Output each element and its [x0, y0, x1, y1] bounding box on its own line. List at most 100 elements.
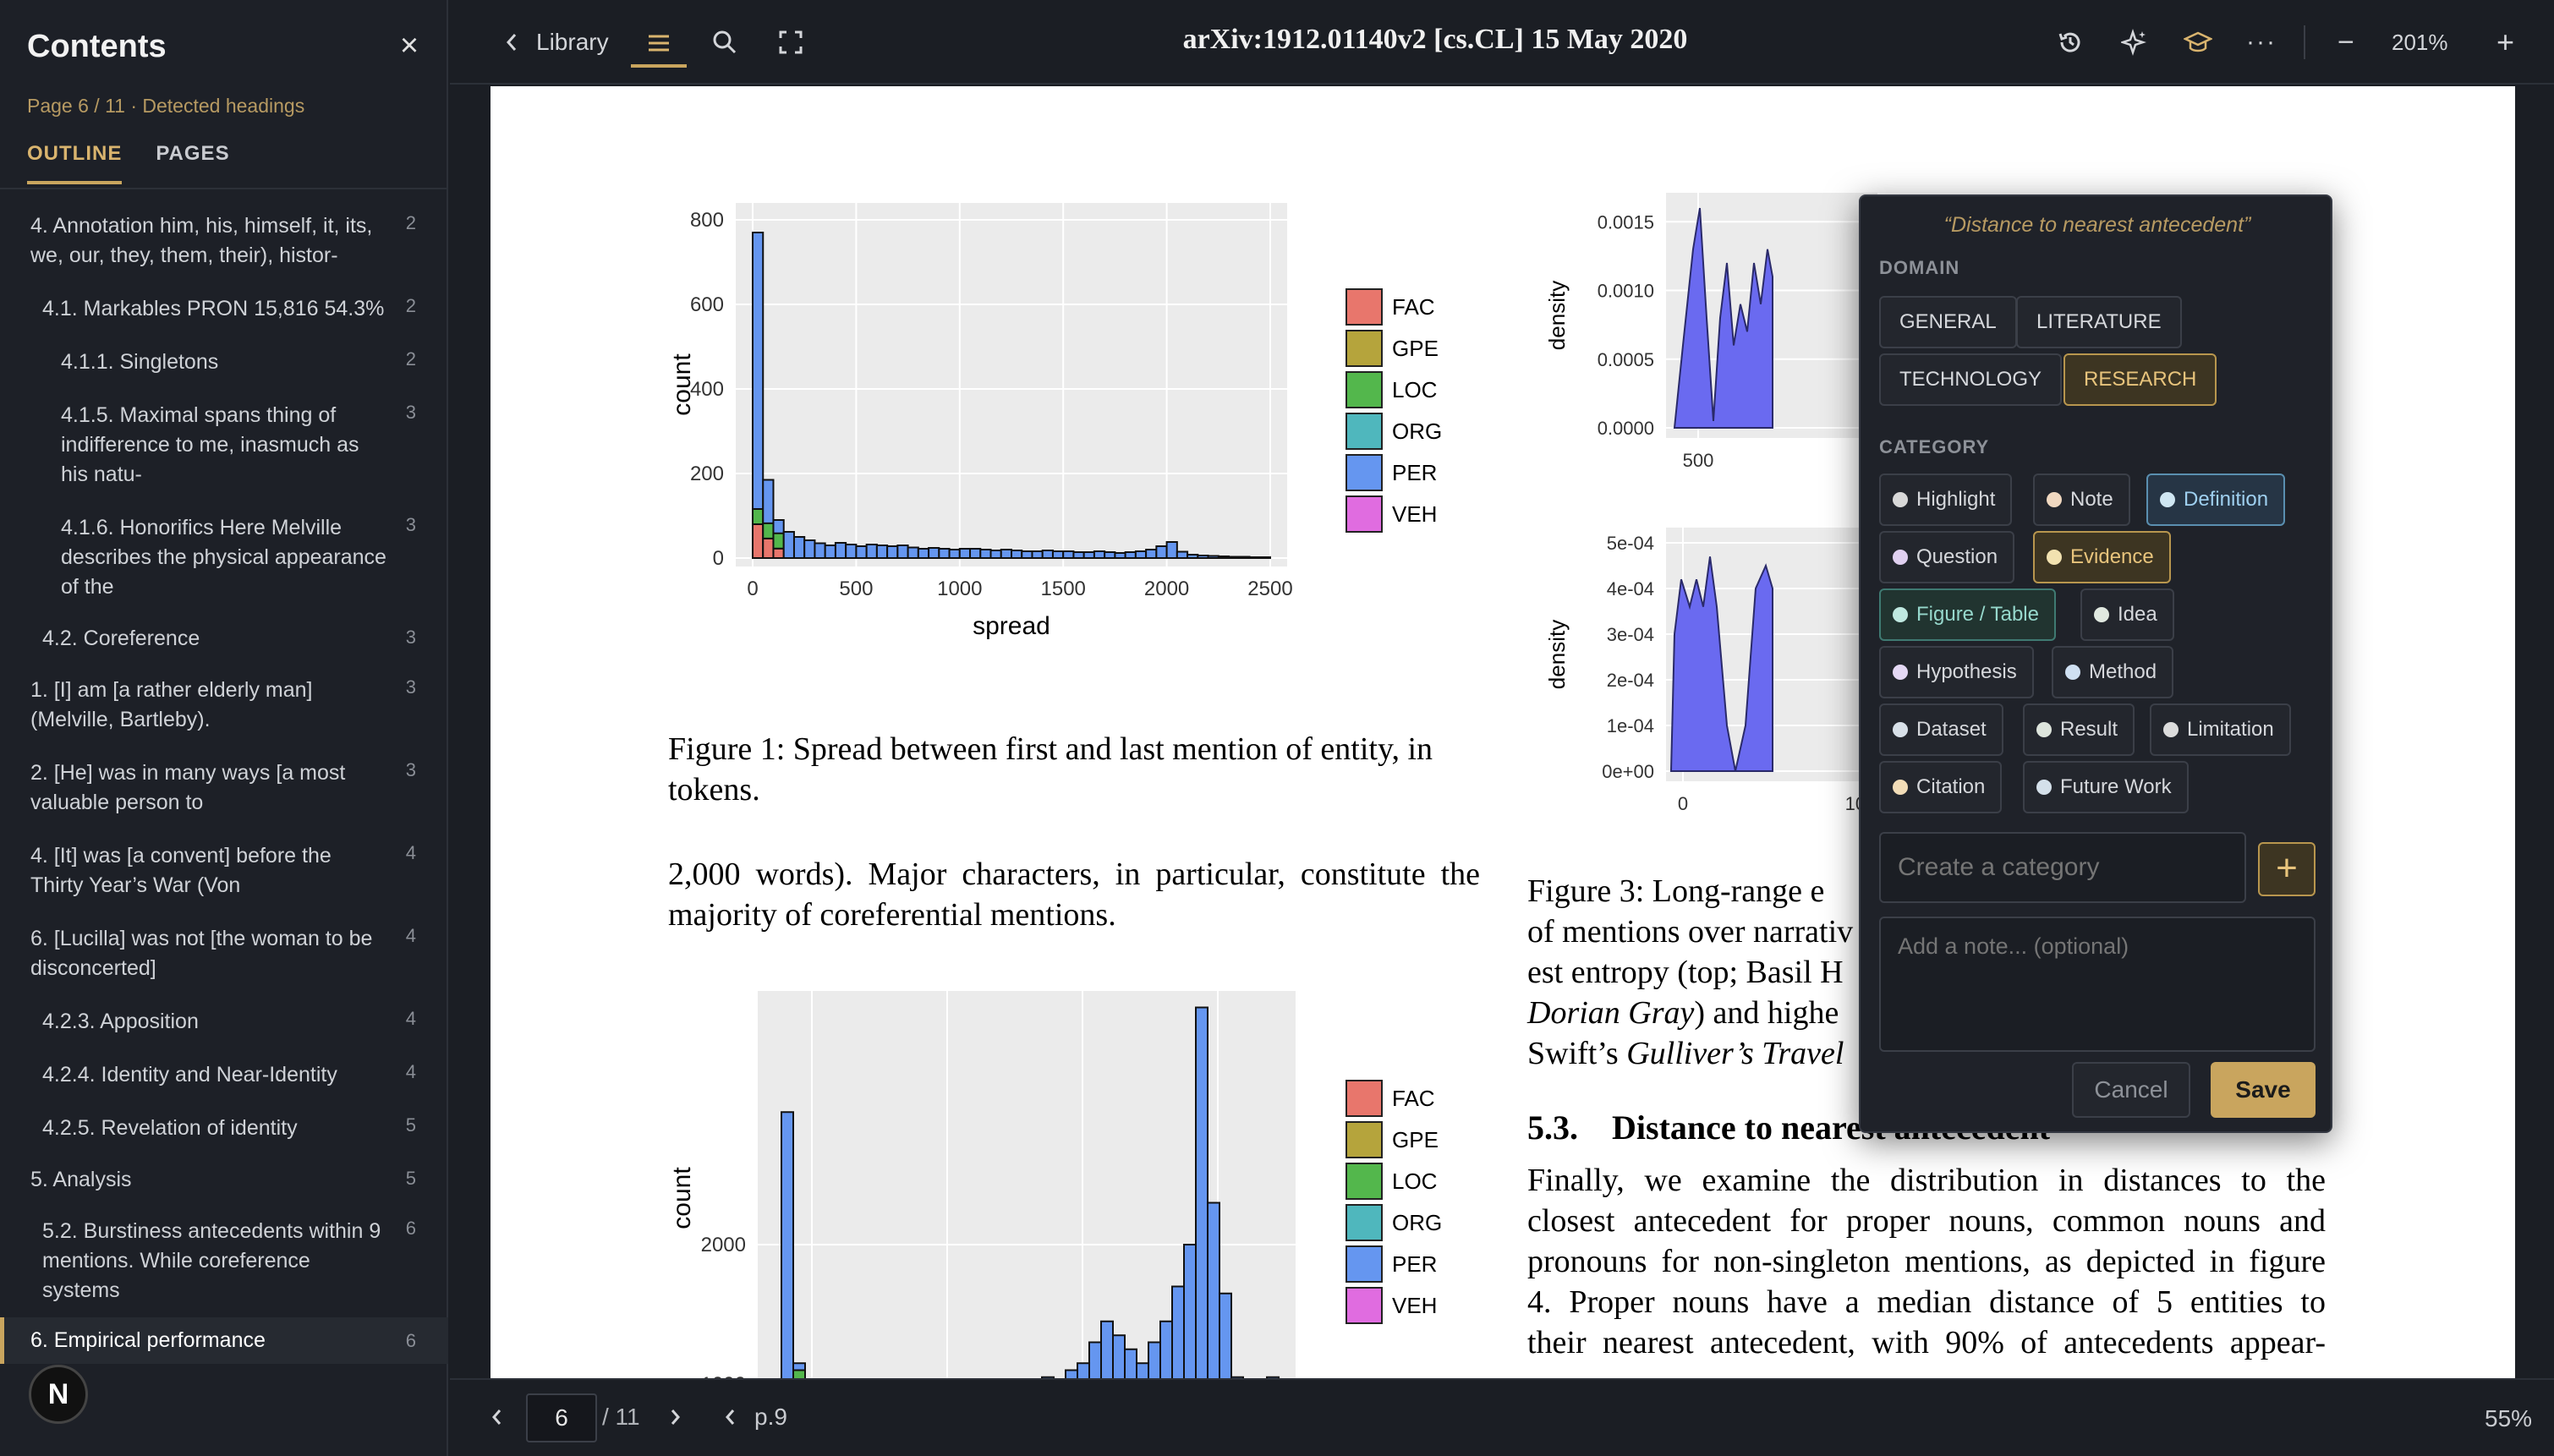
bottom-toolbar: / 11 p.9 55%: [450, 1378, 2554, 1456]
category-dot-icon: [2065, 665, 2080, 680]
paragraph-line: pronouns for non-singleton mentions, as …: [1527, 1244, 2326, 1279]
legend-label: ORG: [1392, 419, 1442, 444]
back-location-button[interactable]: [721, 1405, 741, 1433]
x-tick-label: 2000: [1144, 577, 1189, 600]
outline-item[interactable]: 5.2. Burstiness antecedents within 9 men…: [0, 1205, 448, 1317]
outline-item[interactable]: 4.2.4. Identity and Near-Identity 4: [0, 1048, 448, 1102]
outline-item[interactable]: 6. Empirical performance 6: [0, 1317, 448, 1364]
outline-item[interactable]: 4.1.1. Singletons 2: [0, 336, 448, 389]
histogram-bar: [834, 542, 847, 559]
histogram-bar: [1051, 550, 1065, 559]
outline-item[interactable]: 4.2.3. Apposition 4: [0, 995, 448, 1048]
outline-item[interactable]: 4.2. Coreference 3: [0, 614, 448, 664]
histogram-bar: [875, 545, 889, 559]
outline-item[interactable]: 1. [I] am [a rather elderly man] (Melvil…: [0, 664, 448, 747]
zoom-in-button[interactable]: +: [2496, 22, 2514, 63]
category-chip-label: Evidence: [2070, 545, 2154, 568]
outline-item[interactable]: 5. Analysis 5: [0, 1155, 448, 1205]
cancel-button[interactable]: Cancel: [2072, 1062, 2190, 1118]
category-chip[interactable]: Method: [2052, 646, 2174, 698]
outline-item[interactable]: 6. [Lucilla] was not [the woman to be di…: [0, 912, 448, 995]
category-chip[interactable]: Limitation: [2150, 703, 2291, 756]
figure3-caption: Figure 3: Long-range e of mentions over …: [1527, 871, 1853, 1074]
paragraph-line: their nearest antecedent, with 90% of an…: [1527, 1325, 2326, 1360]
category-chip-label: Highlight: [1916, 488, 1996, 511]
histogram-bar-segment: [772, 532, 785, 550]
outline-item-label: 4.2. Coreference: [42, 627, 200, 650]
history-button[interactable]: [2057, 22, 2084, 63]
category-chip[interactable]: Hypothesis: [1879, 646, 2034, 698]
category-chip[interactable]: Citation: [1879, 761, 2003, 813]
add-category-button[interactable]: +: [2258, 842, 2316, 896]
outline-item-page: 2: [405, 212, 416, 233]
legend-label: LOC: [1392, 1169, 1437, 1194]
outline-item-label: 4.1.1. Singletons: [61, 350, 219, 374]
outline-item-label: 4.1.6. Honorifics Here Melville describe…: [61, 516, 386, 599]
category-chip[interactable]: Idea: [2080, 588, 2174, 641]
histogram-bar: [928, 547, 940, 559]
category-chip[interactable]: Highlight: [1879, 473, 2013, 526]
toolbar-divider: [2304, 25, 2305, 59]
category-chip[interactable]: Evidence: [2033, 531, 2171, 583]
note-textarea[interactable]: [1879, 917, 2316, 1052]
domain-general[interactable]: GENERAL: [1879, 296, 2017, 348]
more-button[interactable]: ···: [2246, 22, 2277, 63]
domain-literature[interactable]: LITERATURE: [2016, 296, 2182, 348]
bottom-zoom: 55%: [2485, 1405, 2533, 1431]
legend-label: GPE: [1392, 1127, 1439, 1152]
app-badge[interactable]: N: [29, 1365, 88, 1424]
category-chip[interactable]: Future Work: [2023, 761, 2189, 813]
outline-item[interactable]: 4. [It] was [a convent] before the Thirt…: [0, 829, 448, 912]
next-page-button[interactable]: [665, 1405, 685, 1433]
outline-item[interactable]: 4.1.5. Maximal spans thing of indifferen…: [0, 389, 448, 501]
outline-item[interactable]: 4.1. Markables PRON 15,816 54.3% 2: [0, 282, 448, 336]
domain-technology[interactable]: TECHNOLOGY: [1879, 353, 2063, 406]
figure1-histogram: 02004006008000 500 1000 1500 2000 2500spreadc…: [668, 203, 1293, 640]
outline-item-label: 4.1.5. Maximal spans thing of indifferen…: [61, 403, 359, 486]
category-chip-label: Question: [1916, 545, 1998, 568]
category-chip[interactable]: Figure / Table: [1879, 588, 2056, 641]
close-icon[interactable]: ×: [394, 30, 425, 62]
category-chip[interactable]: Question: [1879, 531, 2015, 583]
sidebar-tabs: OUTLINE PAGES: [27, 142, 230, 184]
outline-item[interactable]: 4.1.6. Honorifics Here Melville describe…: [0, 501, 448, 614]
outline-item[interactable]: 2. [He] was in many ways [a most valuabl…: [0, 747, 448, 829]
histogram-bar: [782, 531, 795, 559]
category-label: CATEGORY: [1879, 436, 1990, 457]
y-tick-label: 0.0015: [1598, 211, 1654, 233]
histogram-bar: [1217, 556, 1230, 559]
category-chip[interactable]: Result: [2023, 703, 2135, 756]
y-axis-label: count: [668, 1167, 696, 1229]
legend-swatch: [1346, 1287, 1383, 1324]
domain-research[interactable]: RESEARCH: [2063, 353, 2217, 406]
histogram-bar: [865, 544, 878, 559]
create-category-input[interactable]: [1879, 832, 2246, 903]
page-label: p.9: [754, 1404, 787, 1430]
outline-item[interactable]: 4.2.5. Revelation of identity 5: [0, 1102, 448, 1155]
page-number-input[interactable]: [526, 1393, 597, 1442]
tab-pages[interactable]: PAGES: [156, 142, 229, 184]
outline-item-label: 5. Analysis: [30, 1168, 132, 1191]
histogram-bar: [1011, 550, 1023, 559]
legend-swatch: [1346, 1204, 1383, 1241]
histogram-bar: [1114, 552, 1126, 559]
study-button[interactable]: [2184, 22, 2212, 63]
category-chip[interactable]: Note: [2033, 473, 2130, 526]
histogram-bar: [1093, 550, 1106, 559]
category-chip[interactable]: Dataset: [1879, 703, 2003, 756]
legend-swatch: [1346, 1245, 1383, 1283]
outline-item-page: 4: [405, 925, 416, 946]
tab-outline[interactable]: OUTLINE: [27, 142, 123, 184]
outline-item[interactable]: 4. Annotation him, his, himself, it, its…: [0, 200, 448, 282]
figure3-caption-italic: Gulliver’s Travel: [1626, 1036, 1844, 1071]
prev-page-button[interactable]: [487, 1405, 507, 1433]
zoom-out-button[interactable]: −: [2338, 22, 2354, 63]
legend-swatch: [1346, 1121, 1383, 1158]
save-button[interactable]: Save: [2211, 1062, 2316, 1118]
category-dot-icon: [2160, 492, 2175, 507]
category-chip[interactable]: Definition: [2146, 473, 2286, 526]
ai-sparkle-button[interactable]: [2121, 22, 2148, 63]
selected-quote: “Distance to nearest antecedent”: [1943, 213, 2251, 237]
histogram-bar: [958, 548, 972, 559]
body-paragraph-1: 2,000 words). Major characters, in parti…: [668, 857, 1480, 933]
